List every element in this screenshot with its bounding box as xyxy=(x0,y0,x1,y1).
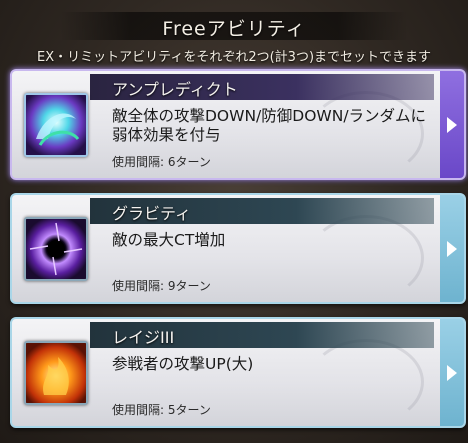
ability-description: 敵全体の攻撃DOWN/防御DOWN/ランダムに弱体効果を付与 xyxy=(112,107,427,144)
ability-cooldown: 使用間隔: 5ターン xyxy=(112,403,211,417)
open-detail-button[interactable] xyxy=(440,195,464,302)
decorative-swirl xyxy=(308,339,424,425)
arrow-right-icon xyxy=(447,364,457,381)
title-bar: Freeアビリティ xyxy=(0,10,468,44)
ability-name: レイジIII xyxy=(112,328,175,347)
rage-fire-icon xyxy=(24,341,88,405)
page-title: Freeアビリティ xyxy=(162,18,306,40)
decorative-swirl xyxy=(308,215,424,301)
open-detail-button[interactable] xyxy=(440,71,464,178)
open-detail-button[interactable] xyxy=(440,319,464,426)
ability-card-unpredict[interactable]: アンプレディクト 敵全体の攻撃DOWN/防御DOWN/ランダムに弱体効果を付与 … xyxy=(10,69,466,180)
ability-cooldown: 使用間隔: 6ターン xyxy=(112,155,211,169)
ability-cooldown: 使用間隔: 9ターン xyxy=(112,279,211,293)
gravity-orb-icon xyxy=(24,217,88,281)
arrow-right-icon xyxy=(447,240,457,257)
ability-card-rage[interactable]: レイジIII 参戦者の攻撃UP(大) 使用間隔: 5ターン xyxy=(10,317,466,428)
ability-name: グラビティ xyxy=(112,204,192,223)
ability-description: 敵の最大CT増加 xyxy=(112,231,226,249)
arrow-right-icon xyxy=(447,116,457,133)
ability-description: 参戦者の攻撃UP(大) xyxy=(112,355,254,373)
ability-card-gravity[interactable]: グラビティ 敵の最大CT増加 使用間隔: 9ターン xyxy=(10,193,466,304)
ability-name: アンプレディクト xyxy=(112,80,238,99)
page-subtitle: EX・リミットアビリティをそれぞれ2つ(計3つ)までセットできます xyxy=(36,50,432,65)
swirl-debuff-icon xyxy=(24,93,88,157)
